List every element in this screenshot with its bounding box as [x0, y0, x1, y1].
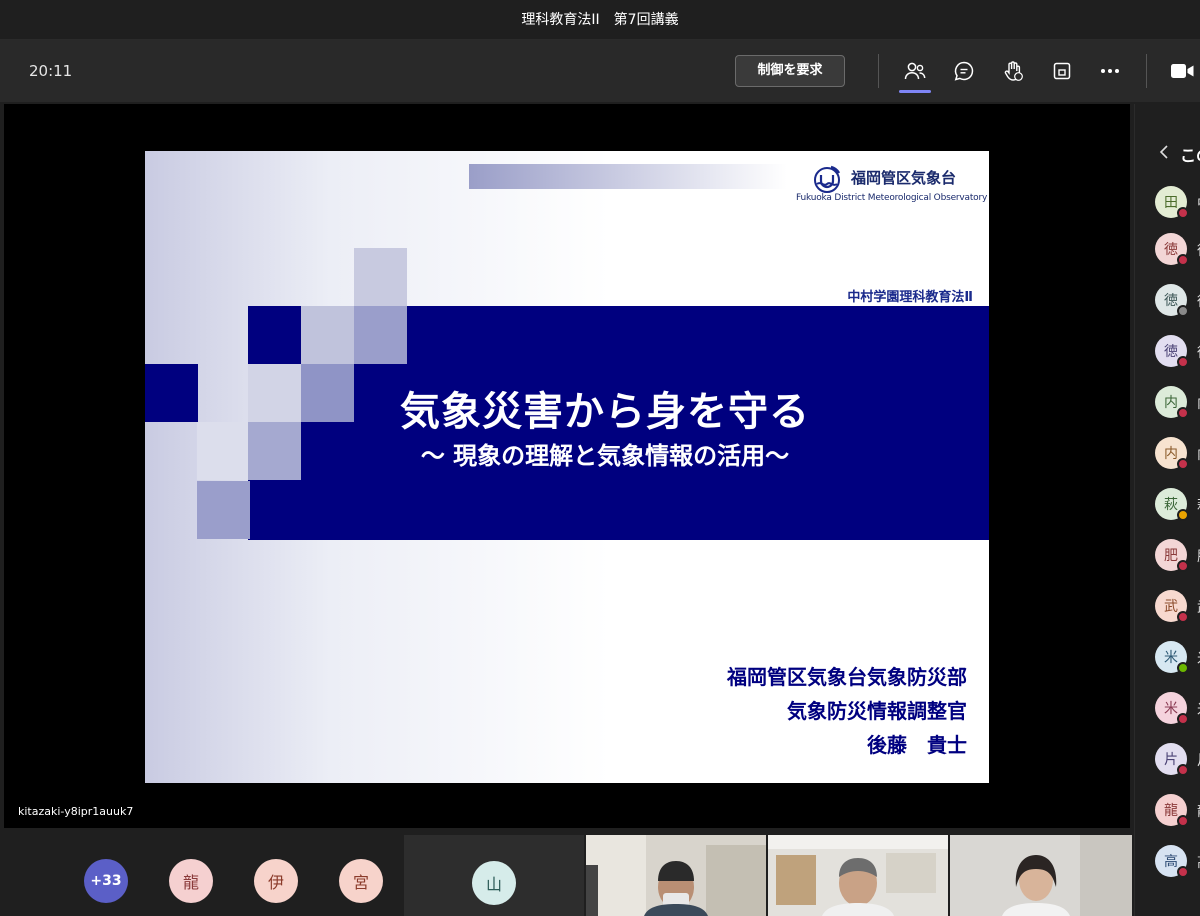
participant-row[interactable]: 徳徳 — [1155, 284, 1200, 318]
toolbar-divider — [878, 54, 879, 88]
slide-org-name: 福岡管区気象台 — [851, 169, 957, 187]
slide-course-label: 中村学園理科教育法Ⅱ — [847, 290, 973, 305]
more-icon[interactable] — [1093, 55, 1127, 87]
presence-status-icon — [1177, 662, 1189, 674]
decor-block — [197, 422, 250, 480]
slide-header-gradient — [469, 164, 787, 189]
camera-icon[interactable] — [1166, 55, 1200, 87]
meeting-toolbar: 20:11 制御を要求 — [0, 40, 1200, 102]
presence-status-icon — [1177, 207, 1189, 219]
participant-row[interactable]: 徳徳 — [1155, 335, 1200, 369]
meeting-duration: 20:11 — [29, 62, 73, 80]
decor-block — [301, 306, 354, 364]
presence-status-icon — [1177, 815, 1189, 827]
participant-row[interactable]: 内内 — [1155, 386, 1200, 420]
decor-block — [145, 364, 198, 422]
slide-title: 気象災害から身を守る — [400, 389, 810, 435]
chat-icon[interactable] — [947, 55, 981, 87]
shared-content-stage: 福岡管区気象台 Fukuoka District Meteorological … — [4, 104, 1130, 828]
slide-affiliation-1: 福岡管区気象台気象防災部 — [727, 665, 967, 689]
presence-status-icon — [1177, 407, 1189, 419]
video-tile[interactable] — [768, 835, 948, 916]
gallery-avatar[interactable]: 宮 — [339, 859, 383, 903]
presence-status-icon — [1177, 866, 1189, 878]
window-title: 理科教育法II 第7回講義 — [521, 12, 679, 28]
participant-gallery: +33 龍 伊 宮 山 — [0, 832, 1132, 916]
chevron-left-icon[interactable] — [1159, 144, 1169, 163]
gallery-avatar[interactable]: 龍 — [169, 859, 213, 903]
presence-status-icon — [1177, 764, 1189, 776]
participants-panel: この 田中徳徳徳徳徳徳内内内内萩萩肥肥武武米米米米片片龍龍高高 — [1134, 104, 1200, 916]
presentation-slide: 福岡管区気象台 Fukuoka District Meteorological … — [145, 151, 989, 783]
presence-status-icon — [1177, 713, 1189, 725]
participant-row[interactable]: 龍龍 — [1155, 794, 1200, 828]
participant-video-icon — [768, 835, 948, 916]
decor-block — [197, 481, 250, 539]
participant-video-icon — [586, 835, 766, 916]
slide-affiliation-2: 気象防災情報調整官 — [787, 699, 967, 723]
participant-row[interactable]: 徳徳 — [1155, 233, 1200, 267]
presence-status-icon — [1177, 458, 1189, 470]
gallery-avatar[interactable]: 伊 — [254, 859, 298, 903]
tile-avatar: 山 — [472, 861, 516, 905]
participants-icon[interactable] — [898, 55, 932, 93]
participant-row[interactable]: 高高 — [1155, 845, 1200, 879]
participant-row[interactable]: 内内 — [1155, 437, 1200, 471]
presence-status-icon — [1177, 305, 1189, 317]
participant-row[interactable]: 武武 — [1155, 590, 1200, 624]
participant-row[interactable]: 肥肥 — [1155, 539, 1200, 573]
window-title-bar: 理科教育法II 第7回講義 — [0, 0, 1200, 40]
overflow-participants-button[interactable]: +33 — [84, 859, 128, 903]
participant-row[interactable]: 米米 — [1155, 641, 1200, 675]
participant-row[interactable]: 田中 — [1155, 186, 1200, 220]
presence-status-icon — [1177, 611, 1189, 623]
request-control-button[interactable]: 制御を要求 — [735, 55, 845, 87]
slide-org-name-en: Fukuoka District Meteorological Observat… — [796, 193, 988, 203]
presence-status-icon — [1177, 509, 1189, 521]
video-tile[interactable] — [586, 835, 766, 916]
toolbar-divider — [1146, 54, 1147, 88]
slide-presenter: 後藤 貴士 — [867, 733, 967, 757]
participant-tile[interactable]: 山 — [404, 835, 584, 916]
share-screen-icon[interactable] — [1045, 55, 1079, 87]
presence-status-icon — [1177, 254, 1189, 266]
slide-subtitle: ～ 現象の理解と気象情報の活用～ — [420, 442, 790, 470]
participant-row[interactable]: 米米 — [1155, 692, 1200, 726]
video-tile[interactable] — [950, 835, 1132, 916]
presence-status-icon — [1177, 560, 1189, 572]
decor-block — [354, 306, 407, 364]
presence-status-icon — [1177, 356, 1189, 368]
decor-block — [354, 248, 407, 306]
raise-hand-icon[interactable] — [996, 55, 1030, 87]
participant-video-icon — [950, 835, 1132, 916]
sharer-name-label: kitazaki-y8ipr1auuk7 — [18, 805, 134, 818]
panel-title: この — [1180, 146, 1200, 165]
participant-row[interactable]: 片片 — [1155, 743, 1200, 777]
participant-row[interactable]: 萩萩 — [1155, 488, 1200, 522]
